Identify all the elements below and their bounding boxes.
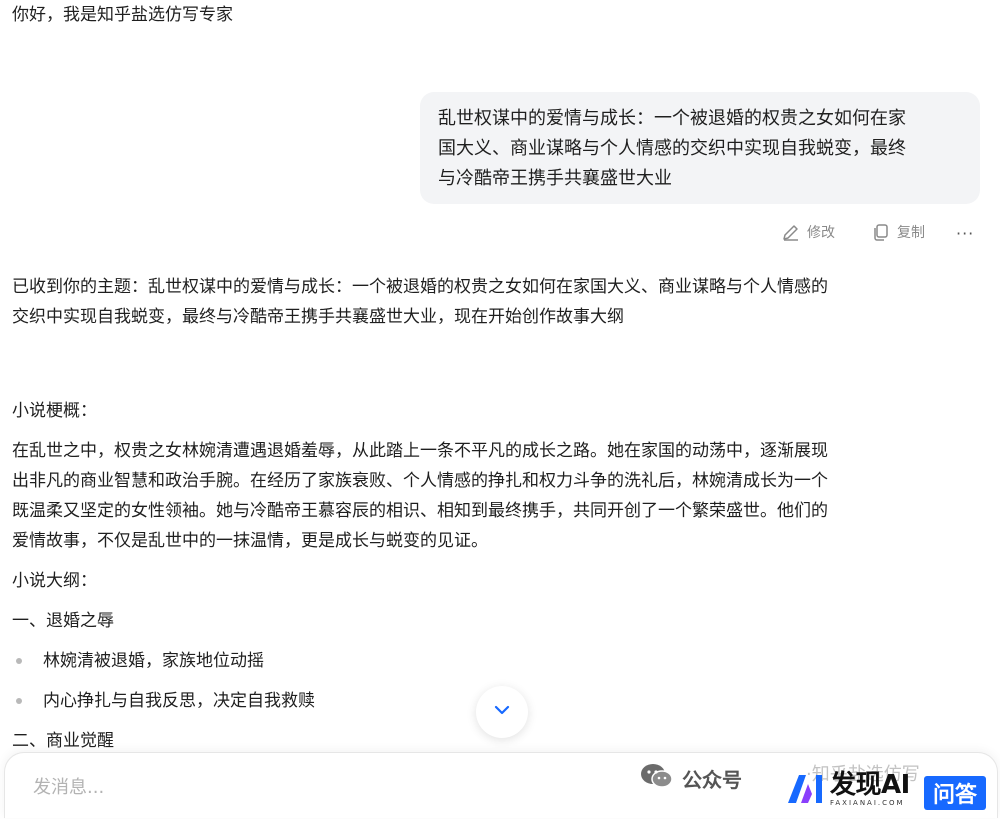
more-options-button[interactable]: ··· (956, 224, 974, 243)
logo-sub-text: FAXIANAI.COM (830, 799, 905, 807)
pencil-icon (781, 222, 801, 242)
summary-line: 既温柔又坚定的女性领袖。她与冷酷帝王慕容辰的相识、相知到最终携手，共同开创了一个… (12, 501, 828, 521)
bullet-dot (16, 658, 22, 664)
message-actions: 修改 复制 ··· (0, 222, 1000, 248)
wechat-watermark-text: 公众号 (682, 767, 742, 792)
summary-line: 爱情故事，不仅是乱世中的一抹温情，更是成长与蜕变的见证。 (12, 531, 488, 551)
edit-label: 修改 (807, 225, 835, 241)
copy-button[interactable]: 复制 (871, 222, 925, 242)
faxianai-logo: 发现AI FAXIANAI.COM (786, 772, 910, 808)
bullet-dot (16, 698, 22, 704)
list-item-text: 林婉清被退婚，家族地位动摇 (43, 651, 264, 671)
summary-paragraph: 在乱世之中，权贵之女林婉清遭遇退婚羞辱，从此踏上一条不平凡的成长之路。她在家国的… (12, 436, 987, 556)
user-message-bubble: 乱世权谋中的爱情与成长：一个被退婚的权贵之女如何在家 国大义、商业谋略与个人情感… (420, 92, 980, 204)
ai-logo-icon (786, 772, 826, 808)
copy-label: 复制 (897, 225, 925, 241)
assistant-response-intro: 已收到你的主题：乱世权谋中的爱情与成长：一个被退婚的权贵之女如何在家国大义、商业… (12, 272, 987, 332)
wechat-watermark: 公众号 (640, 762, 742, 794)
user-message-line: 乱世权谋中的爱情与成长：一个被退婚的权贵之女如何在家 (438, 108, 906, 129)
message-input[interactable] (31, 771, 595, 803)
summary-line: 出非凡的商业智慧和政治手腕。在经历了家族衰败、个人情感的挣扎和权力斗争的洗礼后，… (12, 471, 828, 491)
wechat-icon (640, 762, 674, 794)
edit-button[interactable]: 修改 (781, 222, 835, 242)
logo-main-text: 发现AI (830, 770, 910, 800)
section-1-title: 一、退婚之辱 (12, 611, 114, 631)
user-message-line: 国大义、商业谋略与个人情感的交织中实现自我蜕变，最终 (438, 138, 906, 159)
outline-heading: 小说大纲： (12, 571, 97, 591)
list-item: 林婉清被退婚，家族地位动摇 (12, 646, 264, 676)
summary-heading: 小说梗概： (12, 401, 97, 421)
summary-line: 在乱世之中，权贵之女林婉清遭遇退婚羞辱，从此踏上一条不平凡的成长之路。她在家国的… (12, 441, 828, 461)
qa-badge: 问答 (924, 776, 986, 810)
chevron-down-icon (492, 700, 512, 724)
list-item: 内心挣扎与自我反思，决定自我救赎 (12, 686, 315, 716)
list-item-text: 内心挣扎与自我反思，决定自我救赎 (43, 691, 315, 711)
scroll-to-bottom-button[interactable] (476, 686, 528, 738)
copy-icon (871, 222, 891, 242)
intro-line: 交织中实现自我蜕变，最终与冷酷帝王携手共襄盛世大业，现在开始创作故事大纲 (12, 307, 624, 327)
user-message-line: 与冷酷帝王携手共襄盛世大业 (438, 168, 672, 189)
intro-line: 已收到你的主题：乱世权谋中的爱情与成长：一个被退婚的权贵之女如何在家国大义、商业… (12, 277, 828, 297)
assistant-greeting: 你好，我是知乎盐选仿写专家 (12, 5, 233, 25)
